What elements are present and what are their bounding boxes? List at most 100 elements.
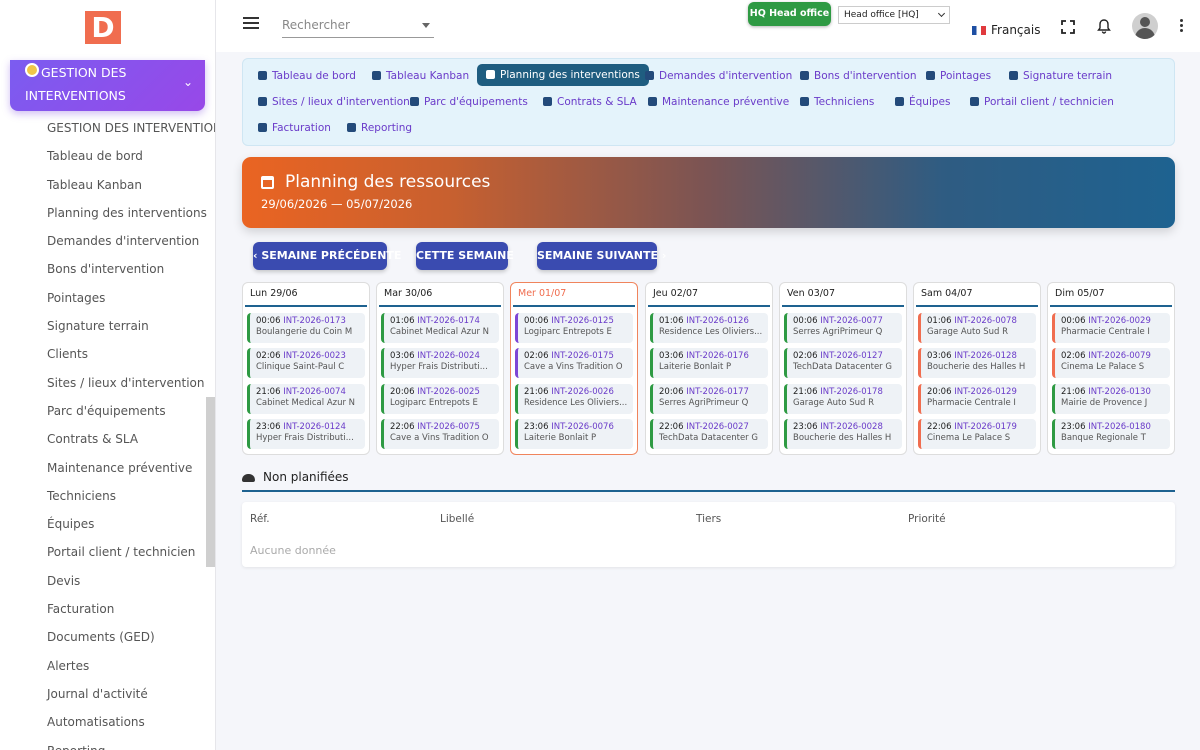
- event-card[interactable]: 22:06 INT-2026-0027 TechData Datacenter G: [650, 419, 768, 449]
- sidebar-item[interactable]: Demandes d'intervention: [0, 227, 206, 255]
- app-logo[interactable]: D: [85, 11, 121, 44]
- event-ref[interactable]: INT-2026-0125: [551, 316, 614, 326]
- event-ref[interactable]: INT-2026-0130: [1088, 387, 1151, 397]
- column-header-priority[interactable]: Priorité: [908, 513, 946, 525]
- previous-week-button[interactable]: ‹ SEMAINE PRÉCÉDENTE: [253, 242, 401, 270]
- event-ref[interactable]: INT-2026-0128: [954, 351, 1017, 361]
- event-card[interactable]: 20:06 INT-2026-0177 Serres AgriPrimeur Q: [650, 384, 768, 414]
- event-card[interactable]: 21:06 INT-2026-0026 Residence Les Olivier…: [515, 384, 633, 414]
- language-selector[interactable]: Français: [972, 23, 1040, 37]
- event-ref[interactable]: INT-2026-0075: [417, 422, 480, 432]
- module-nav-item[interactable]: Sites / lieux d'intervention: [258, 91, 410, 113]
- event-ref[interactable]: INT-2026-0028: [820, 422, 883, 432]
- sidebar-item[interactable]: Équipes: [0, 510, 206, 538]
- event-card[interactable]: 01:06 INT-2026-0174 Cabinet Medical Azur …: [381, 313, 499, 343]
- event-card[interactable]: 02:06 INT-2026-0023 Clinique Saint-Paul C: [247, 348, 365, 378]
- event-card[interactable]: 00:06 INT-2026-0173 Boulangerie du Coin M: [247, 313, 365, 343]
- event-ref[interactable]: INT-2026-0124: [283, 422, 346, 432]
- column-header-tiers[interactable]: Tiers: [696, 513, 721, 525]
- fullscreen-icon[interactable]: [1061, 20, 1075, 34]
- sidebar-item[interactable]: Clients: [0, 340, 206, 368]
- event-card[interactable]: 00:06 INT-2026-0125 Logiparc Entrepots E: [515, 313, 633, 343]
- module-nav-item[interactable]: Reporting: [347, 117, 412, 139]
- sidebar-item[interactable]: Sites / lieux d'intervention: [0, 369, 206, 397]
- event-ref[interactable]: INT-2026-0126: [686, 316, 749, 326]
- event-card[interactable]: 21:06 INT-2026-0074 Cabinet Medical Azur …: [247, 384, 365, 414]
- event-ref[interactable]: INT-2026-0173: [283, 316, 346, 326]
- event-card[interactable]: 02:06 INT-2026-0079 Cinema Le Palace S: [1052, 348, 1170, 378]
- module-nav-item[interactable]: Tableau de bord: [258, 65, 356, 87]
- event-ref[interactable]: INT-2026-0026: [551, 387, 614, 397]
- module-nav-item[interactable]: Bons d'intervention: [800, 65, 917, 87]
- event-ref[interactable]: INT-2026-0127: [820, 351, 883, 361]
- module-nav-item[interactable]: Signature terrain: [1009, 65, 1112, 87]
- module-nav-item[interactable]: Planning des interventions: [477, 64, 649, 86]
- event-card[interactable]: 22:06 INT-2026-0179 Cinema Le Palace S: [918, 419, 1036, 449]
- sidebar-item[interactable]: Facturation: [0, 595, 206, 623]
- sidebar-item[interactable]: Bons d'intervention: [0, 255, 206, 283]
- event-card[interactable]: 20:06 INT-2026-0129 Pharmacie Centrale I: [918, 384, 1036, 414]
- event-ref[interactable]: INT-2026-0179: [954, 422, 1017, 432]
- menu-icon[interactable]: [243, 17, 259, 32]
- event-card[interactable]: 02:06 INT-2026-0175 Cave a Vins Tradition…: [515, 348, 633, 378]
- sidebar-item[interactable]: Tableau Kanban: [0, 171, 206, 199]
- module-nav-item[interactable]: Tableau Kanban: [372, 65, 469, 87]
- sidebar-item[interactable]: Journal d'activité: [0, 680, 206, 708]
- sidebar-item[interactable]: Devis: [0, 567, 206, 595]
- module-nav-item[interactable]: Contrats & SLA: [543, 91, 637, 113]
- sidebar-item[interactable]: Planning des interventions: [0, 199, 207, 227]
- event-card[interactable]: 02:06 INT-2026-0127 TechData Datacenter G: [784, 348, 902, 378]
- sidebar-item[interactable]: Signature terrain: [0, 312, 206, 340]
- event-card[interactable]: 23:06 INT-2026-0076 Laiterie Bonlait P: [515, 419, 633, 449]
- sidebar-item[interactable]: Tableau de bord: [0, 142, 206, 170]
- module-nav-item[interactable]: Portail client / technicien: [970, 91, 1114, 113]
- event-ref[interactable]: INT-2026-0023: [283, 351, 346, 361]
- module-nav-item[interactable]: Techniciens: [800, 91, 874, 113]
- event-ref[interactable]: INT-2026-0079: [1088, 351, 1151, 361]
- next-week-button[interactable]: SEMAINE SUIVANTE ›: [537, 242, 666, 270]
- sidebar-item[interactable]: GESTION DES INTERVENTIONS: [0, 114, 215, 142]
- module-nav-item[interactable]: Facturation: [258, 117, 331, 139]
- sidebar-item[interactable]: Automatisations: [0, 708, 206, 736]
- sidebar-item[interactable]: Parc d'équipements: [0, 397, 206, 425]
- event-ref[interactable]: INT-2026-0077: [820, 316, 883, 326]
- event-ref[interactable]: INT-2026-0174: [417, 316, 480, 326]
- sidebar-item[interactable]: Pointages: [0, 284, 206, 312]
- user-avatar[interactable]: [1132, 13, 1158, 39]
- event-ref[interactable]: INT-2026-0129: [954, 387, 1017, 397]
- event-card[interactable]: 23:06 INT-2026-0028 Boucherie des Halles …: [784, 419, 902, 449]
- module-nav-item[interactable]: Équipes: [895, 91, 950, 113]
- event-ref[interactable]: INT-2026-0180: [1088, 422, 1151, 432]
- event-ref[interactable]: INT-2026-0029: [1088, 316, 1151, 326]
- sidebar-item[interactable]: Maintenance préventive: [0, 454, 206, 482]
- event-ref[interactable]: INT-2026-0024: [417, 351, 480, 361]
- this-week-button[interactable]: CETTE SEMAINE: [416, 242, 514, 270]
- search-input[interactable]: Rechercher: [282, 14, 434, 38]
- event-ref[interactable]: INT-2026-0074: [283, 387, 346, 397]
- event-ref[interactable]: INT-2026-0178: [820, 387, 883, 397]
- bell-icon[interactable]: [1096, 18, 1112, 34]
- event-card[interactable]: 03:06 INT-2026-0024 Hyper Frais Distribut…: [381, 348, 499, 378]
- column-header-label[interactable]: Libellé: [440, 513, 474, 525]
- event-card[interactable]: 00:06 INT-2026-0077 Serres AgriPrimeur Q: [784, 313, 902, 343]
- sidebar-item[interactable]: Documents (GED): [0, 623, 206, 651]
- module-nav-item[interactable]: Parc d'équipements: [410, 91, 528, 113]
- entity-badge[interactable]: HQ Head office: [748, 2, 831, 26]
- event-ref[interactable]: INT-2026-0078: [954, 316, 1017, 326]
- event-ref[interactable]: INT-2026-0177: [686, 387, 749, 397]
- sidebar-item[interactable]: Reporting: [0, 737, 206, 750]
- column-header-ref[interactable]: Réf.: [250, 513, 270, 525]
- event-card[interactable]: 23:06 INT-2026-0124 Hyper Frais Distribut…: [247, 419, 365, 449]
- event-card[interactable]: 20:06 INT-2026-0025 Logiparc Entrepots E: [381, 384, 499, 414]
- event-ref[interactable]: INT-2026-0027: [686, 422, 749, 432]
- event-card[interactable]: 22:06 INT-2026-0075 Cave a Vins Tradition…: [381, 419, 499, 449]
- module-nav-item[interactable]: Maintenance préventive: [648, 91, 789, 113]
- event-ref[interactable]: INT-2026-0176: [686, 351, 749, 361]
- sidebar-item[interactable]: Techniciens: [0, 482, 206, 510]
- chevron-down-icon[interactable]: ⌄: [183, 75, 193, 89]
- module-nav-item[interactable]: Demandes d'intervention: [645, 65, 792, 87]
- sidebar-item[interactable]: Portail client / technicien: [0, 538, 206, 566]
- event-card[interactable]: 01:06 INT-2026-0078 Garage Auto Sud R: [918, 313, 1036, 343]
- event-card[interactable]: 21:06 INT-2026-0178 Garage Auto Sud R: [784, 384, 902, 414]
- event-ref[interactable]: INT-2026-0025: [417, 387, 480, 397]
